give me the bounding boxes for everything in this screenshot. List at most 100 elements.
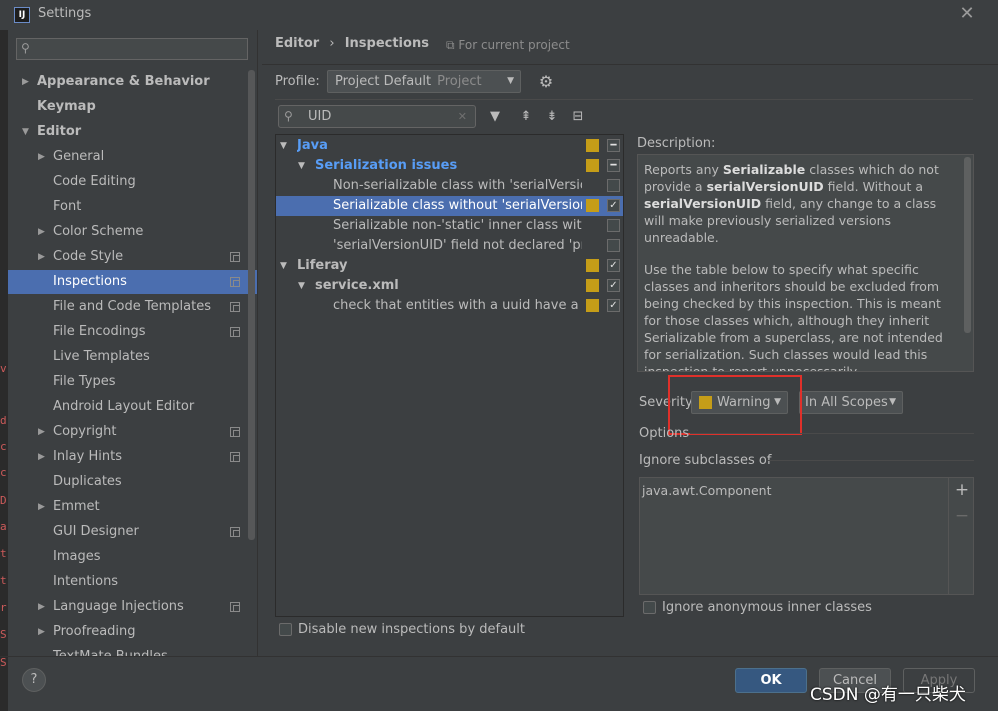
inspection-enabled-checkbox[interactable] (607, 219, 620, 232)
sidebar-item-duplicates[interactable]: Duplicates (8, 470, 257, 494)
inspection-enabled-checkbox[interactable]: ✓ (607, 259, 620, 272)
inspection-label: service.xml (315, 278, 399, 293)
project-icon: ⧉ (446, 38, 459, 52)
sidebar-item-android-layout-editor[interactable]: Android Layout Editor (8, 395, 257, 419)
chevron-right-icon[interactable]: ▶ (38, 595, 45, 619)
disable-new-inspections-checkbox[interactable] (279, 623, 292, 636)
chevron-right-icon[interactable]: ▶ (38, 445, 45, 469)
list-item[interactable]: java.awt.Component (642, 483, 772, 498)
sidebar-item-color-scheme[interactable]: ▶ Color Scheme (8, 220, 257, 244)
description-scrollbar[interactable] (964, 157, 971, 333)
add-icon[interactable]: + (954, 481, 970, 499)
sidebar-item-emmet[interactable]: ▶ Emmet (8, 495, 257, 519)
sidebar-item-code-editing[interactable]: Code Editing (8, 170, 257, 194)
sidebar-item-label: Live Templates (53, 349, 150, 364)
ignore-subclasses-list[interactable]: java.awt.Component + − (639, 477, 974, 595)
inspection-filter-input[interactable]: ⚲ UID ✕ (278, 105, 476, 128)
sidebar-item-font[interactable]: Font (8, 195, 257, 219)
chevron-right-icon[interactable]: ▶ (38, 620, 45, 644)
inspection-enabled-checkbox[interactable]: ━ (607, 139, 620, 152)
settings-search-input[interactable]: ⚲ (16, 38, 248, 60)
sidebar-item-keymap[interactable]: Keymap (8, 95, 257, 119)
inspection-enabled-checkbox[interactable]: ✓ (607, 199, 620, 212)
sidebar-item-label: File Encodings (53, 324, 146, 339)
sidebar-item-language-injections[interactable]: ▶ Language Injections (8, 595, 257, 619)
chevron-right-icon[interactable]: ▶ (38, 145, 45, 169)
inspection-enabled-checkbox[interactable]: ✓ (607, 299, 620, 312)
filter-icon[interactable]: ▼ (486, 108, 504, 126)
chevron-down-icon[interactable]: ▼ (280, 256, 287, 276)
sidebar-item-label: General (53, 149, 105, 164)
inspection-row[interactable]: ▼ Java ━ (276, 136, 623, 156)
inspection-row[interactable]: Non-serializable class with 'serialVersi… (276, 176, 623, 196)
inspection-row[interactable]: Serializable class without 'serialVersio… (276, 196, 623, 216)
severity-color-swatch (586, 259, 599, 272)
sidebar-item-images[interactable]: Images (8, 545, 257, 569)
sidebar-item-intentions[interactable]: Intentions (8, 570, 257, 594)
chevron-down-icon[interactable]: ▼ (280, 136, 287, 156)
sidebar-item-label: TextMate Bundles (53, 645, 168, 656)
inspection-row[interactable]: ▼ service.xml ✓ (276, 276, 623, 296)
expand-all-icon[interactable]: ⇞ (517, 108, 535, 126)
sidebar-item-label: Android Layout Editor (53, 399, 195, 414)
inspection-row[interactable]: 'serialVersionUID' field not declared 'p… (276, 236, 623, 256)
chevron-right-icon[interactable]: ▶ (38, 220, 45, 244)
chevron-right-icon[interactable]: ▶ (38, 245, 45, 269)
sidebar-scrollbar[interactable] (248, 70, 255, 540)
chevron-down-icon[interactable]: ▼ (298, 276, 305, 296)
inspection-enabled-checkbox[interactable]: ━ (607, 159, 620, 172)
ignore-anonymous-checkbox[interactable] (643, 601, 656, 614)
sidebar-item-textmate-bundles[interactable]: TextMate Bundles (8, 645, 257, 656)
sidebar-item-label: Copyright (53, 424, 117, 439)
chevron-right-icon[interactable]: ▶ (22, 70, 29, 94)
reset-icon[interactable]: ⊟ (569, 108, 587, 126)
project-copy-icon (230, 252, 240, 262)
chevron-down-icon[interactable]: ▼ (298, 156, 305, 176)
sidebar-item-appearance-behavior[interactable]: ▶ Appearance & Behavior (8, 70, 257, 94)
gear-icon[interactable]: ⚙ (537, 73, 555, 91)
sidebar-item-live-templates[interactable]: Live Templates (8, 345, 257, 369)
chevron-right-icon[interactable]: ▶ (38, 495, 45, 519)
sidebar-item-copyright[interactable]: ▶ Copyright (8, 420, 257, 444)
remove-icon[interactable]: − (954, 507, 970, 525)
sidebar-item-code-style[interactable]: ▶ Code Style (8, 245, 257, 269)
severity-color-swatch (586, 279, 599, 292)
sidebar-item-label: Emmet (53, 499, 100, 514)
help-button[interactable]: ? (22, 668, 46, 692)
ok-button[interactable]: OK (735, 668, 807, 693)
sidebar-item-general[interactable]: ▶ General (8, 145, 257, 169)
description-paragraph-1: Reports any Serializable classes which d… (644, 162, 939, 245)
sidebar-item-label: Editor (37, 124, 82, 139)
chevron-down-icon[interactable]: ▼ (22, 120, 29, 144)
sidebar-item-gui-designer[interactable]: GUI Designer (8, 520, 257, 544)
sidebar-item-proofreading[interactable]: ▶ Proofreading (8, 620, 257, 644)
inspection-label: Liferay (297, 258, 348, 273)
scope-dropdown[interactable]: In All Scopes ▼ (799, 391, 903, 414)
sidebar-item-file-types[interactable]: File Types (8, 370, 257, 394)
close-icon[interactable]: ✕ (957, 4, 977, 24)
inspection-row[interactable]: ▼ Serialization issues ━ (276, 156, 623, 176)
sidebar-item-label: Language Injections (53, 599, 184, 614)
sidebar-item-editor[interactable]: ▼ Editor (8, 120, 257, 144)
inspection-enabled-checkbox[interactable] (607, 179, 620, 192)
ignore-anonymous-label[interactable]: Ignore anonymous inner classes (662, 600, 872, 615)
inspection-row[interactable]: ▼ Liferay ✓ (276, 256, 623, 276)
sidebar-item-label: File Types (53, 374, 116, 389)
sidebar-item-inlay-hints[interactable]: ▶ Inlay Hints (8, 445, 257, 469)
breadcrumb: Editor › Inspections (275, 36, 429, 51)
disable-new-inspections-label[interactable]: Disable new inspections by default (298, 622, 525, 637)
sidebar-item-label: Code Editing (53, 174, 136, 189)
chevron-right-icon[interactable]: ▶ (38, 420, 45, 444)
sidebar-item-file-encodings[interactable]: File Encodings (8, 320, 257, 344)
profile-dropdown[interactable]: Project Default Project ▼ (327, 70, 521, 93)
sidebar-item-inspections[interactable]: Inspections (8, 270, 257, 294)
description-paragraph-2: Use the table below to specify what spec… (644, 262, 943, 372)
collapse-all-icon[interactable]: ⇟ (543, 108, 561, 126)
inspection-row[interactable]: Serializable non-'static' inner class wi… (276, 216, 623, 236)
inspection-enabled-checkbox[interactable] (607, 239, 620, 252)
sidebar-item-file-and-code-templates[interactable]: File and Code Templates (8, 295, 257, 319)
inspection-enabled-checkbox[interactable]: ✓ (607, 279, 620, 292)
clear-icon[interactable]: ✕ (458, 106, 467, 127)
inspection-row[interactable]: check that entities with a uuid have a p… (276, 296, 623, 316)
breadcrumb-editor[interactable]: Editor (275, 36, 319, 51)
